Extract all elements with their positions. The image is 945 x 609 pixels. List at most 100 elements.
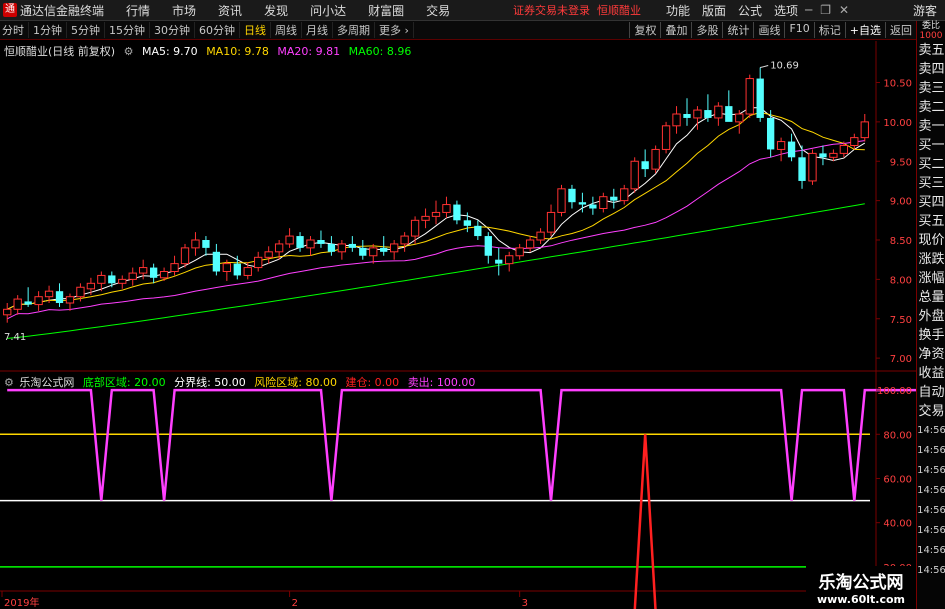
candle-body [641,161,649,170]
candle-body [745,78,754,115]
sidepanel-time: 14:56 [917,425,945,436]
candle-body [766,117,775,150]
candle-body [442,204,451,213]
stock-chart[interactable]: 10.50 10.00 9.50 9.00 8.50 8.00 7.50 7.00 100.0… [0,21,916,609]
menu-gongneng[interactable]: 功能 [666,2,690,19]
candle-body [369,247,378,257]
sidepanel-item: 收益 [918,366,945,381]
candle-body [714,105,723,119]
menu-gongshi[interactable]: 公式 [738,2,762,19]
candle-body [233,263,241,276]
candle-body [693,109,702,119]
candle-body [285,235,294,245]
candle-body [380,247,388,252]
candle-body [808,152,817,182]
candle-body [212,251,221,272]
login-status[interactable]: 证券交易未登录 恒顺醋业 [513,2,641,18]
ma20-line [6,140,865,320]
candle-body [568,188,576,203]
price-ytick-label: 10.50 [883,79,912,90]
sidepanel-item: 外盘 [918,309,945,324]
menu-banmian[interactable]: 版面 [702,2,726,19]
candle-body [191,239,200,249]
sidepanel-item: 自动 [918,385,945,400]
candle-body [97,274,106,284]
menu-faxian[interactable]: 发现 [264,2,288,19]
candle-body [13,298,22,310]
high-pointer [760,65,769,69]
candle-body [274,243,284,253]
price-ytick-label: 8.50 [890,236,912,247]
candle-body [65,296,75,304]
candle-body [651,148,660,170]
candle-body [317,240,325,244]
restore-icon[interactable]: ❐ [820,3,831,17]
menu-caifuquan[interactable]: 财富圈 [368,2,404,19]
candle-body [128,272,137,280]
candle-body [776,141,786,150]
candle-body [860,121,869,139]
price-ytick-label: 7.50 [890,315,912,326]
candle-body [683,114,691,118]
sidepanel-item: 涨幅 [918,271,945,286]
menu-shichang[interactable]: 市场 [172,2,196,19]
candle-body [463,220,472,226]
sidepanel-time: 14:56 [917,465,945,476]
candle-body [661,125,671,150]
menu-zixun[interactable]: 资讯 [218,2,242,19]
candle-body [306,239,315,249]
candle-body [474,225,482,237]
xaxis-label: 2019年 [4,596,39,609]
candle-body [222,263,232,272]
menu-hangqing[interactable]: 行情 [126,2,150,19]
sidepanel-item: 买一 [918,138,945,153]
candle-body [515,247,524,257]
guest-label[interactable]: 游客 [913,2,937,19]
close-icon[interactable]: ✕ [839,3,849,17]
price-ytick-label: 8.00 [890,275,912,286]
candle-body [484,236,492,256]
candle-body [86,282,96,290]
candle-body [756,78,764,118]
sidepanel-item: 换手 [918,328,945,343]
high-label: 10.69 [770,61,799,72]
menu-bar: 通 通达信金融终端 行情 市场 资讯 发现 问小达 财富圈 交易 证券交易未登录… [0,0,945,21]
sidepanel-item: 现价 [918,233,945,248]
menu-jiaoyi[interactable]: 交易 [426,2,450,19]
candle-body [55,291,64,303]
sidepanel-item: 卖五 [918,43,945,58]
candle-body [159,271,169,279]
sidepanel-item: 买五 [918,214,945,229]
low-label: 7.41 [4,332,26,343]
candle-body [400,235,409,245]
sidepanel-item: 净资 [918,347,945,362]
candle-body [578,202,587,205]
candle-body [725,106,733,122]
candle-body [44,290,54,298]
indicator-series-sell [7,388,916,501]
app-title: 通达信金融终端 [20,3,105,18]
candle-body [599,196,608,209]
candle-body [243,267,252,276]
candle-body [536,231,545,241]
candle-body [170,263,179,272]
app-logo-icon: 通 [3,3,17,17]
price-ytick-label: 7.00 [890,354,912,365]
sidepanel-time: 14:56 [917,445,945,456]
indicator-ytick-label: 80.00 [883,430,912,441]
menu-wenxiaoda[interactable]: 问小达 [310,2,346,19]
menu-xuanxiang[interactable]: 选项 [774,2,798,19]
sidepanel-item: 买二 [918,157,945,172]
candle-body [798,157,806,181]
candle-body [421,215,430,221]
candle-body [735,113,744,123]
candle-body [24,301,32,305]
candle-body [327,243,336,252]
candle-body [76,286,85,298]
candle-body [431,211,441,217]
price-ytick-label: 9.50 [890,157,912,168]
candle-body [3,308,12,316]
candle-body [118,278,127,284]
minimize-icon[interactable]: ─ [805,3,812,17]
sidepanel-item: 交易 [918,404,945,419]
